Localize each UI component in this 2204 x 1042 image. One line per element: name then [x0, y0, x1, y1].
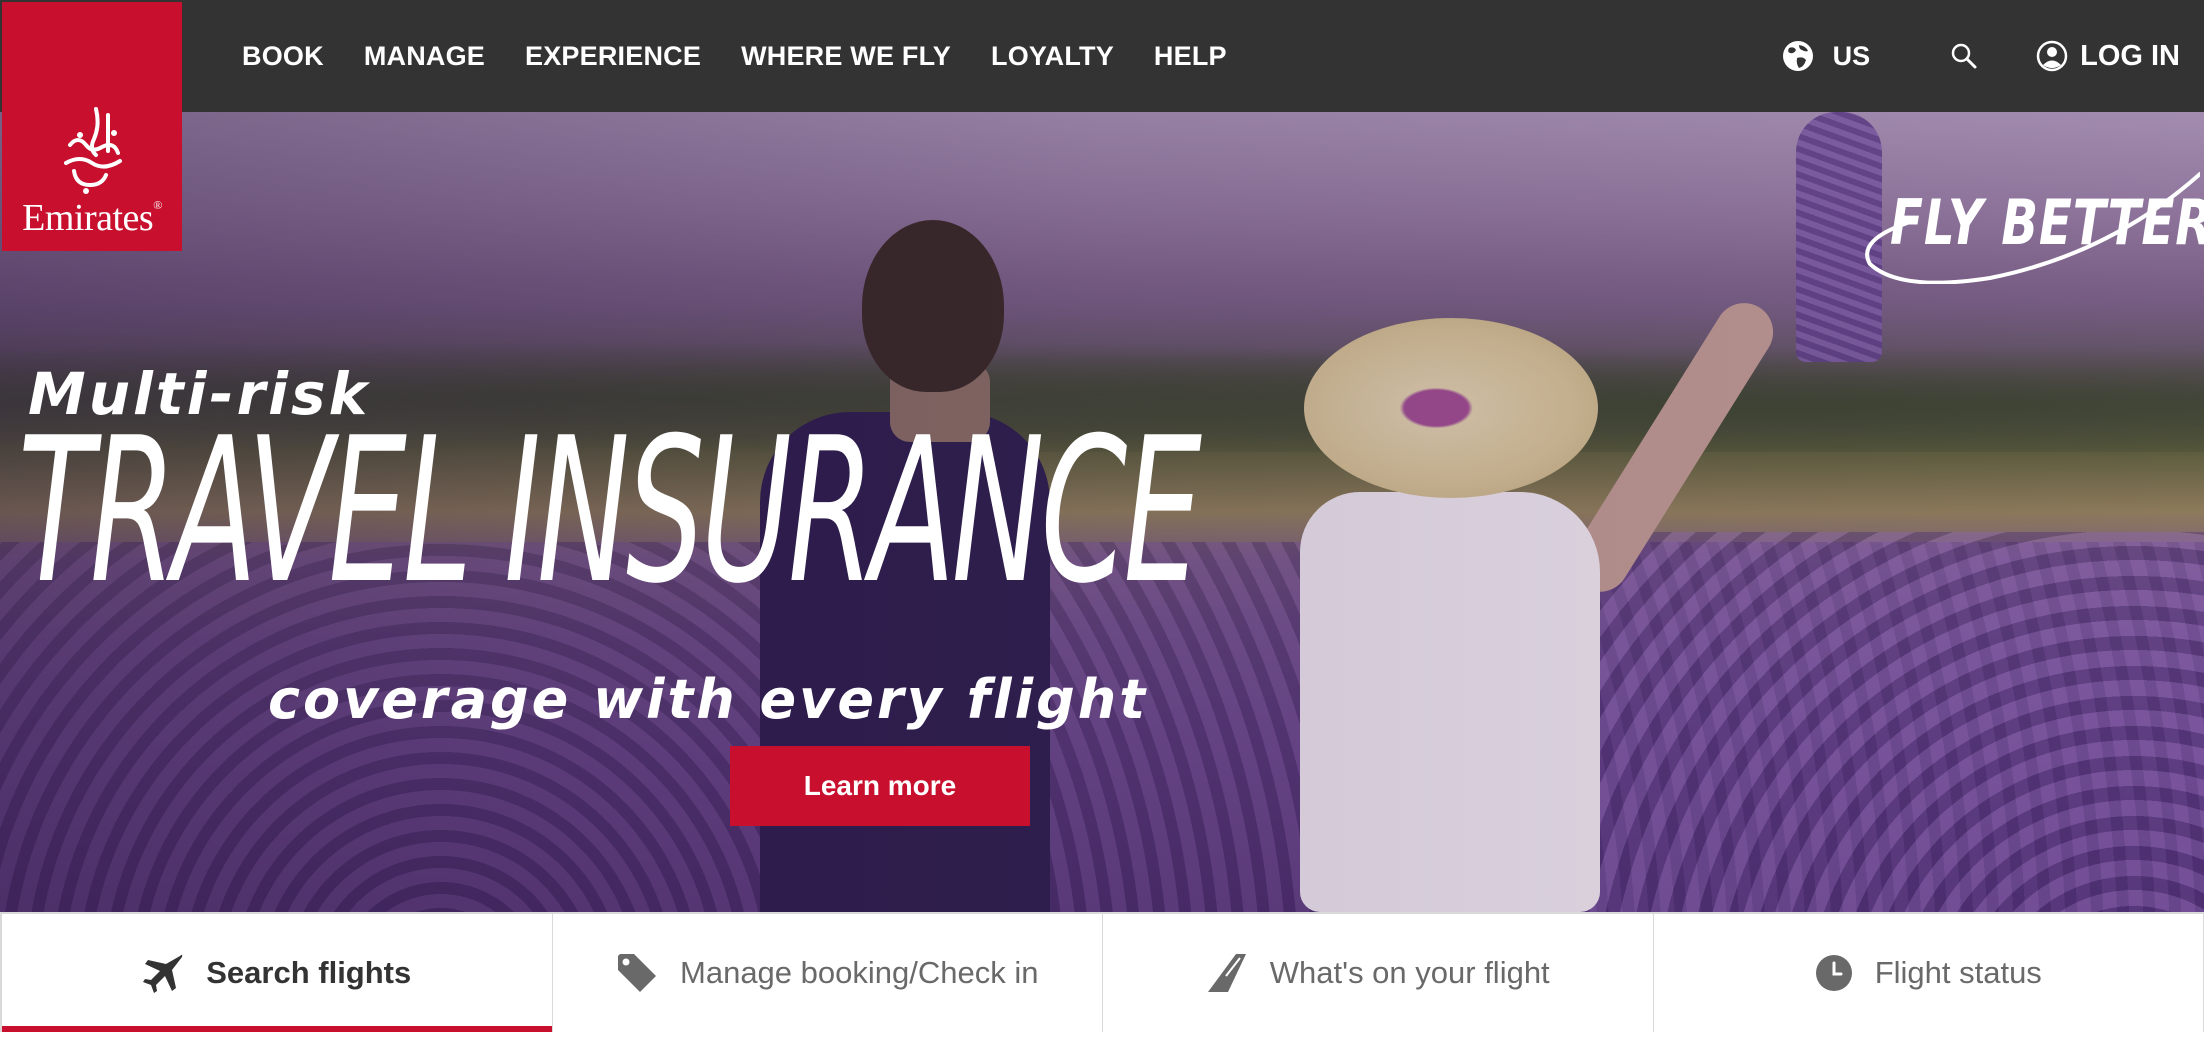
tail-fin-icon [1206, 952, 1248, 994]
tab-label: What's on your flight [1269, 955, 1550, 990]
login-button[interactable]: LOG IN [2036, 40, 2180, 73]
page-bottom-edge [0, 1032, 2204, 1042]
tab-label: Flight status [1874, 955, 2042, 990]
globe-icon [1782, 41, 1813, 71]
tab-manage-booking[interactable]: Manage booking/Check in [551, 914, 1103, 1032]
nav-item-help[interactable]: HELP [1154, 41, 1227, 72]
tag-icon [616, 952, 658, 994]
emirates-logo[interactable]: Emirates® [2, 2, 182, 251]
search-icon [1951, 43, 1977, 69]
search-button[interactable] [1950, 42, 1978, 70]
slogan-text: FLY BETTER [1890, 186, 2204, 259]
nav-item-loyalty[interactable]: LOYALTY [991, 41, 1114, 72]
clock-icon [1815, 954, 1853, 992]
nav-item-experience[interactable]: EXPERIENCE [525, 41, 701, 72]
nav-item-manage[interactable]: MANAGE [364, 41, 485, 72]
main-nav: BOOK MANAGE EXPERIENCE WHERE WE FLY LOYA… [242, 0, 1267, 112]
tab-whats-on-your-flight[interactable]: What's on your flight [1102, 914, 1653, 1032]
region-label: US [1832, 40, 1871, 71]
tab-flight-status[interactable]: Flight status [1652, 914, 2204, 1032]
hero-subtitle: coverage with every flight [268, 668, 1149, 731]
region-selector[interactable]: US [1781, 39, 1871, 73]
nav-utilities: US LOG IN [1781, 0, 2180, 112]
nav-item-book[interactable]: BOOK [242, 41, 324, 72]
hero-title: TRAVEL INSURANCE [18, 395, 1202, 628]
fly-better-slogan: FLY BETTER [1860, 164, 2204, 284]
login-label: LOG IN [2080, 39, 2180, 72]
user-icon [2036, 40, 2068, 72]
tab-label: Manage booking/Check in [680, 955, 1039, 990]
airplane-icon [142, 952, 184, 994]
booking-tabs: Search flights Manage booking/Check in W… [0, 912, 2204, 1032]
top-navigation-bar: BOOK MANAGE EXPERIENCE WHERE WE FLY LOYA… [0, 0, 2204, 112]
learn-more-button[interactable]: Learn more [730, 746, 1030, 826]
nav-item-where-we-fly[interactable]: WHERE WE FLY [741, 41, 951, 72]
logo-wordmark: Emirates® [22, 197, 162, 239]
tab-label: Search flights [206, 955, 412, 990]
tab-search-flights[interactable]: Search flights [0, 914, 552, 1032]
calligraphy-mark-icon [64, 107, 122, 194]
hero-banner: Multi-risk TRAVEL INSURANCE coverage wit… [0, 112, 2204, 912]
